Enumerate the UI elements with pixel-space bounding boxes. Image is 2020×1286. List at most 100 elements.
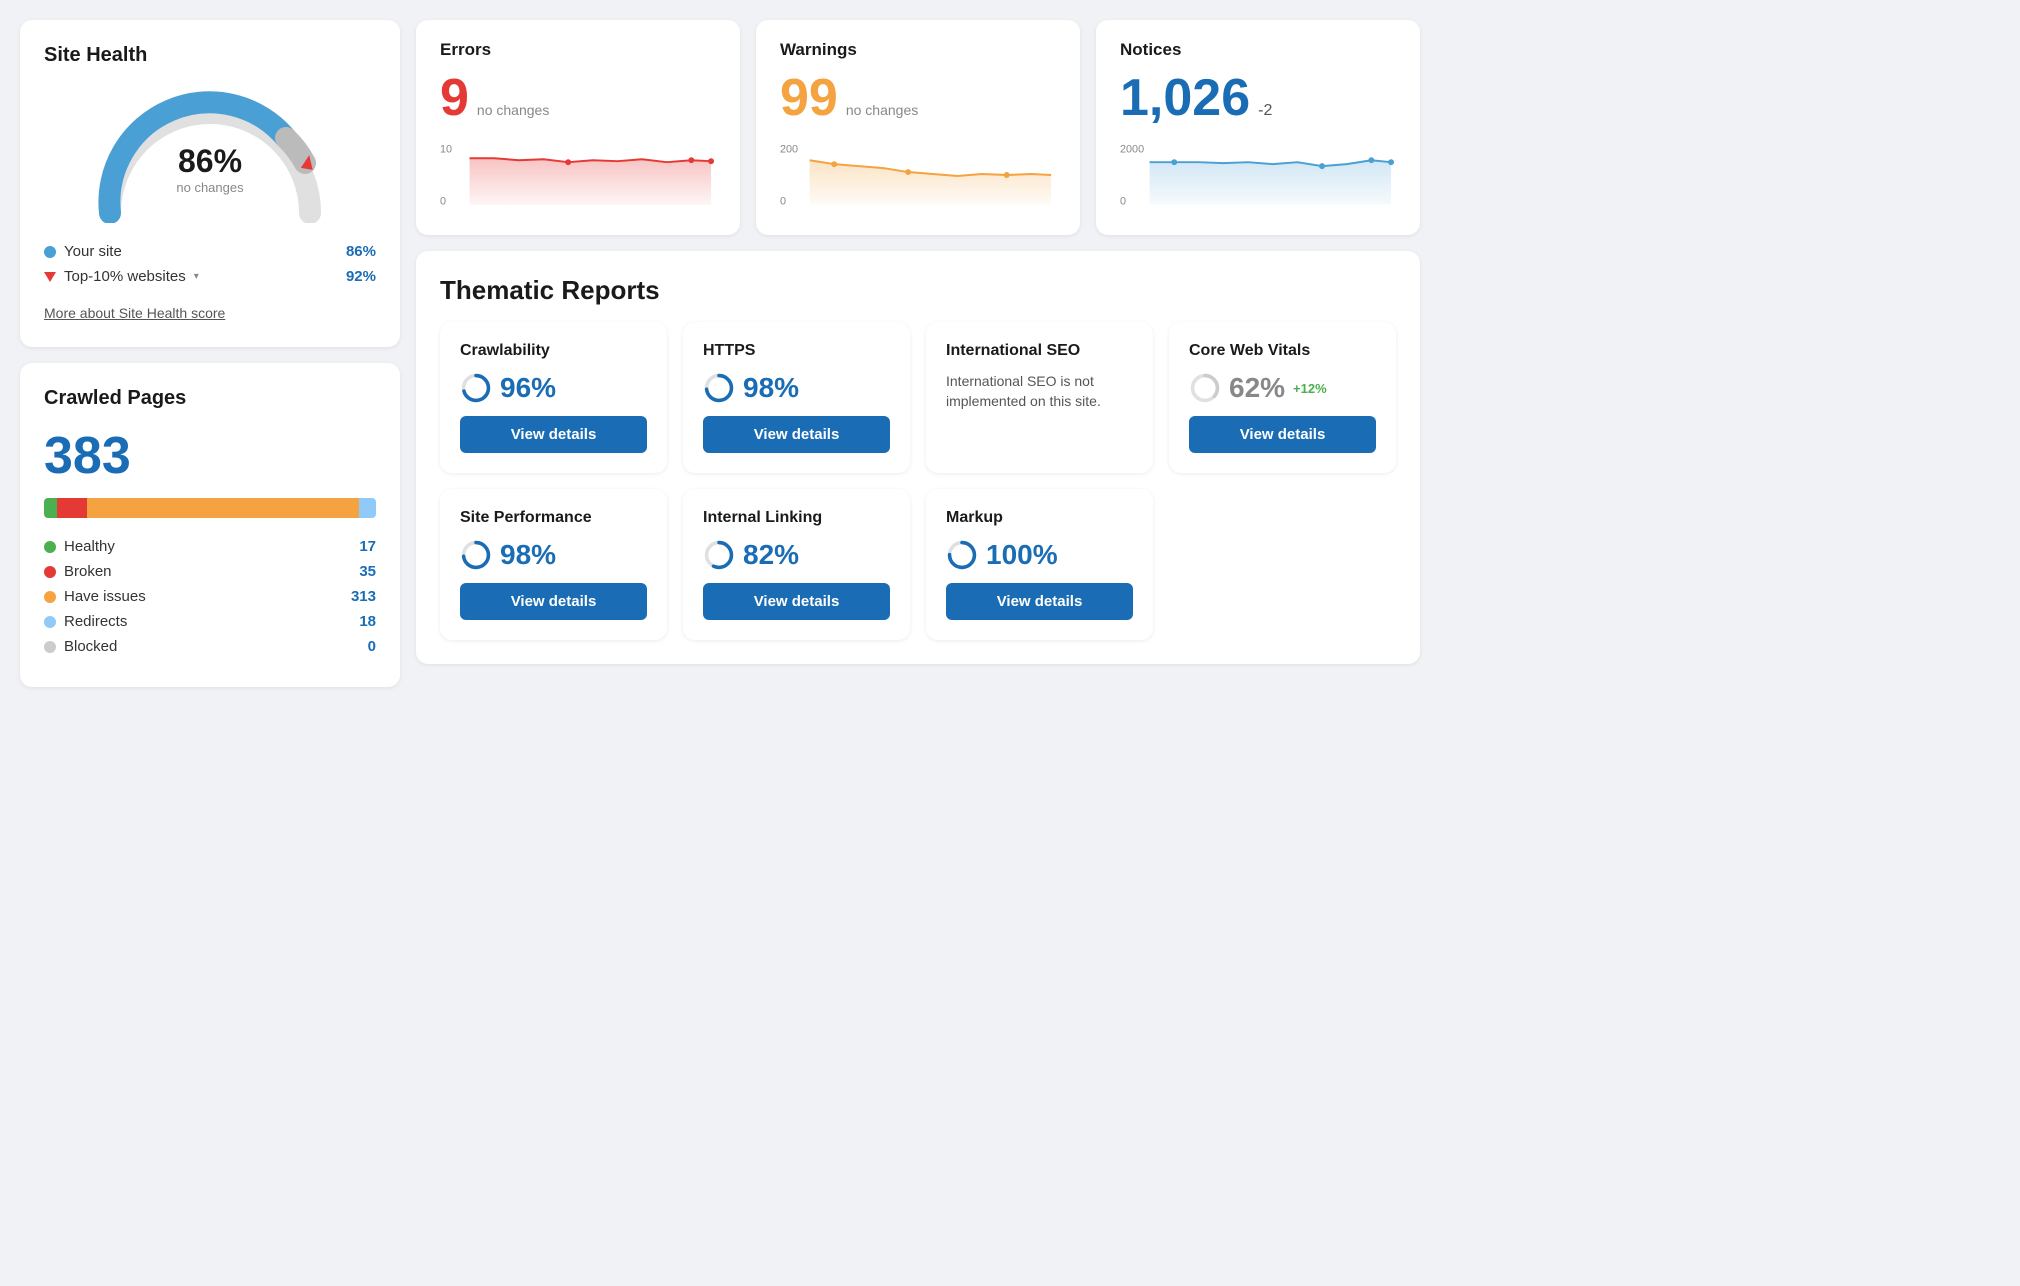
pb-green	[44, 498, 57, 518]
your-site-legend-left: Your site	[44, 243, 122, 260]
top10-label: Top-10% websites	[64, 268, 186, 285]
notices-label: Notices	[1120, 40, 1396, 60]
site-performance-view-btn[interactable]: View details	[460, 583, 647, 620]
top10-legend: Top-10% websites ▾ 92%	[44, 268, 376, 285]
markup-title: Markup	[946, 509, 1133, 527]
https-score-row: 98%	[703, 372, 890, 404]
errors-change: no changes	[477, 102, 549, 118]
warnings-value-row: 99 no changes	[780, 68, 1056, 128]
svg-text:200: 200	[780, 143, 798, 155]
internal-linking-view-btn[interactable]: View details	[703, 583, 890, 620]
have-issues-label: Have issues	[64, 588, 146, 605]
cwv-view-btn[interactable]: View details	[1189, 416, 1376, 453]
healthy-dot	[44, 541, 56, 553]
errors-chart: 10 0	[440, 140, 716, 210]
blocked-legend: Blocked 0	[44, 638, 376, 655]
svg-text:2000: 2000	[1120, 143, 1144, 155]
errors-value: 9	[440, 68, 469, 128]
site-performance-score-row: 98%	[460, 539, 647, 571]
redirects-legend: Redirects 18	[44, 613, 376, 630]
crawlability-title: Crawlability	[460, 342, 647, 360]
cwv-score-row: 62% +12%	[1189, 372, 1376, 404]
broken-label: Broken	[64, 563, 112, 580]
https-title: HTTPS	[703, 342, 890, 360]
your-site-label: Your site	[64, 243, 122, 260]
blocked-dot	[44, 641, 56, 653]
svg-text:10: 10	[440, 143, 452, 155]
crawlability-view-btn[interactable]: View details	[460, 416, 647, 453]
crawlability-score: 96%	[500, 372, 556, 404]
cwv-circ	[1189, 372, 1221, 404]
errors-value-row: 9 no changes	[440, 68, 716, 128]
have-issues-legend: Have issues 313	[44, 588, 376, 605]
top10-legend-left: Top-10% websites ▾	[44, 268, 199, 285]
internal-linking-circ	[703, 539, 735, 571]
site-performance-title: Site Performance	[460, 509, 647, 527]
notices-card: Notices 1,026 -2 2000 0	[1096, 20, 1420, 235]
chevron-down-icon[interactable]: ▾	[194, 271, 199, 282]
redirects-label: Redirects	[64, 613, 127, 630]
report-international-seo: International SEO International SEO is n…	[926, 322, 1153, 473]
redirects-value: 18	[359, 613, 376, 630]
site-health-card: Site Health 86% no changes	[20, 20, 400, 347]
svg-text:0: 0	[780, 196, 786, 208]
more-about-link[interactable]: More about Site Health score	[44, 305, 225, 321]
markup-view-btn[interactable]: View details	[946, 583, 1133, 620]
your-site-legend: Your site 86%	[44, 243, 376, 260]
gauge-container: 86% no changes	[44, 83, 376, 223]
crawl-legend: Healthy 17 Broken 35 Have issues	[44, 538, 376, 655]
empty-col	[1169, 489, 1396, 640]
internal-linking-score: 82%	[743, 539, 799, 571]
healthy-legend: Healthy 17	[44, 538, 376, 555]
markup-score-row: 100%	[946, 539, 1133, 571]
report-core-web-vitals: Core Web Vitals 62% +12% View details	[1169, 322, 1396, 473]
warnings-label: Warnings	[780, 40, 1056, 60]
markup-score: 100%	[986, 539, 1058, 571]
site-perf-circ	[460, 539, 492, 571]
report-internal-linking: Internal Linking 82% View details	[683, 489, 910, 640]
notices-chart: 2000 0	[1120, 140, 1396, 210]
crawlability-score-row: 96%	[460, 372, 647, 404]
https-view-btn[interactable]: View details	[703, 416, 890, 453]
your-site-value: 86%	[346, 243, 376, 260]
warnings-chart: 200 0	[780, 140, 1056, 210]
thematic-grid-row1: Crawlability 96% View details HTTPS	[440, 322, 1396, 473]
metrics-row: Errors 9 no changes 10 0	[416, 20, 1420, 235]
healthy-value: 17	[359, 538, 376, 555]
cwv-score: 62%	[1229, 372, 1285, 404]
have-issues-value: 313	[351, 588, 376, 605]
thematic-grid-row2: Site Performance 98% View details Intern…	[440, 489, 1396, 640]
gauge-text: 86% no changes	[176, 143, 243, 195]
svg-text:0: 0	[1120, 196, 1126, 208]
notices-change: -2	[1258, 102, 1272, 120]
pb-orange	[87, 498, 359, 518]
crawled-progress-bar	[44, 498, 376, 518]
redirects-dot	[44, 616, 56, 628]
https-circ	[703, 372, 735, 404]
report-crawlability: Crawlability 96% View details	[440, 322, 667, 473]
warnings-card: Warnings 99 no changes 200 0	[756, 20, 1080, 235]
internal-linking-title: Internal Linking	[703, 509, 890, 527]
pb-lightblue	[359, 498, 376, 518]
report-markup: Markup 100% View details	[926, 489, 1153, 640]
gauge-percent: 86%	[176, 143, 243, 180]
international-seo-title: International SEO	[946, 342, 1133, 360]
pb-red	[57, 498, 87, 518]
thematic-reports-card: Thematic Reports Crawlability 96% View d…	[416, 251, 1420, 664]
internal-linking-score-row: 82%	[703, 539, 890, 571]
broken-value: 35	[359, 563, 376, 580]
warnings-value: 99	[780, 68, 838, 128]
markup-circ	[946, 539, 978, 571]
gauge-sub: no changes	[176, 180, 243, 195]
have-issues-dot	[44, 591, 56, 603]
broken-legend: Broken 35	[44, 563, 376, 580]
errors-label: Errors	[440, 40, 716, 60]
https-score: 98%	[743, 372, 799, 404]
blocked-label: Blocked	[64, 638, 117, 655]
international-seo-note: International SEO is not implemented on …	[946, 372, 1133, 411]
healthy-label: Healthy	[64, 538, 115, 555]
top10-icon	[44, 272, 56, 282]
cwv-change: +12%	[1293, 381, 1327, 396]
crawlability-circ	[460, 372, 492, 404]
core-web-vitals-title: Core Web Vitals	[1189, 342, 1376, 360]
